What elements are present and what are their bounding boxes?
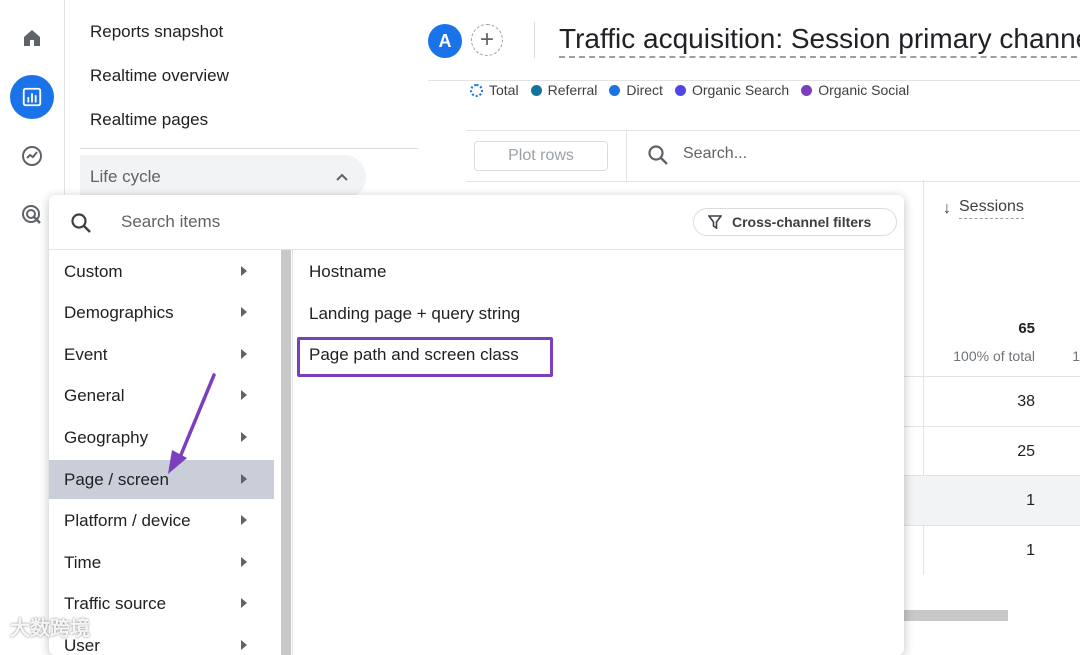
caret-right-icon <box>241 557 247 567</box>
legend-item-total[interactable]: Total <box>470 82 519 98</box>
legend-dot <box>609 84 621 96</box>
legend-dot <box>470 83 483 97</box>
legend-dot <box>674 84 686 96</box>
legend-item-direct[interactable]: Direct <box>609 82 663 98</box>
legend-label: Organic Search <box>691 82 790 98</box>
caret-right-icon <box>241 640 247 650</box>
annotation-arrow-icon <box>168 373 216 474</box>
nav-section-life-cycle[interactable]: Life cycle <box>80 155 366 199</box>
subitem-landing-page-query-string[interactable]: Landing page + query string <box>309 304 520 324</box>
search-items-input[interactable] <box>119 211 643 233</box>
category-label: Demographics <box>64 303 174 322</box>
sessions-cell: 25 <box>1017 443 1035 460</box>
plot-rows-button[interactable]: Plot rows <box>474 141 608 171</box>
category-event[interactable]: Event <box>49 335 274 374</box>
subitem-hostname[interactable]: Hostname <box>309 262 386 282</box>
report-header: A + Traffic acquisition: Session primary… <box>428 0 1080 81</box>
legend-item-referral[interactable]: Referral <box>530 82 598 98</box>
nav-section-label: Life cycle <box>90 167 161 186</box>
header-divider <box>534 22 535 58</box>
sessions-header-label: Sessions <box>959 198 1024 219</box>
caret-right-icon <box>241 474 247 484</box>
explore-icon[interactable] <box>14 138 50 174</box>
legend-item-organic-social[interactable]: Organic Social <box>801 82 909 98</box>
annotation-highlight-box <box>297 337 553 377</box>
search-icon <box>71 213 91 233</box>
caret-right-icon <box>241 266 247 276</box>
cross-channel-filters-button[interactable]: Cross-channel filters <box>693 208 897 236</box>
advertising-icon[interactable] <box>14 197 50 233</box>
caret-right-icon <box>241 598 247 608</box>
legend-label: Organic Social <box>818 82 910 98</box>
sessions-cell: 38 <box>1017 393 1035 410</box>
sessions-cell: 1 <box>1026 492 1035 509</box>
chevron-up-icon <box>336 173 348 181</box>
table-row[interactable]: 1 <box>904 475 1080 525</box>
page-title[interactable]: Traffic acquisition: Session primary cha… <box>559 22 1080 58</box>
sort-down-icon: ↓ <box>943 199 951 217</box>
search-icon <box>648 145 668 165</box>
category-platform-device[interactable]: Platform / device <box>49 501 274 540</box>
legend-item-organic-search[interactable]: Organic Search <box>674 82 790 98</box>
category-custom[interactable]: Custom <box>49 252 274 291</box>
category-demographics[interactable]: Demographics <box>49 293 274 332</box>
caret-right-icon <box>241 432 247 442</box>
nav-item-reports-snapshot[interactable]: Reports snapshot <box>90 22 223 42</box>
category-label: General <box>64 386 125 405</box>
caret-right-icon <box>241 307 247 317</box>
watermark: 大数跨境 <box>10 618 90 640</box>
sessions-total-pct: 100% of total <box>953 348 1035 364</box>
table-row[interactable]: 1 <box>904 525 1080 575</box>
category-time[interactable]: Time <box>49 543 274 582</box>
legend-label: Direct <box>626 82 663 98</box>
sessions-column-header[interactable]: ↓ Sessions <box>943 198 1024 219</box>
horizontal-scrollbar[interactable] <box>904 610 1008 621</box>
nav-item-realtime-overview[interactable]: Realtime overview <box>90 66 229 86</box>
table-row[interactable]: 38 <box>904 376 1080 426</box>
nav-divider <box>80 148 418 149</box>
category-scrollbar[interactable] <box>281 250 291 655</box>
category-label: Platform / device <box>64 511 191 530</box>
table-search-input[interactable]: Search... <box>683 145 747 163</box>
category-label: Event <box>64 345 108 364</box>
home-icon[interactable] <box>14 20 50 56</box>
sessions-total: 65 <box>1018 320 1035 337</box>
reports-icon[interactable] <box>10 75 54 119</box>
filter-icon <box>708 215 722 229</box>
cross-channel-filters-label: Cross-channel filters <box>732 214 872 230</box>
submenu-divider <box>292 250 293 655</box>
legend-label: Total <box>489 82 519 98</box>
category-label: Time <box>64 553 102 572</box>
toolbar-divider <box>626 131 627 181</box>
legend-label: Referral <box>547 82 598 98</box>
chart-legend: Total Referral Direct Organic Search Org… <box>470 80 921 100</box>
category-label: Page / screen <box>64 470 169 489</box>
legend-dot <box>801 84 813 96</box>
reports-nav: Reports snapshot Realtime overview Realt… <box>66 0 428 200</box>
truncated-cell: 1 <box>1072 348 1080 364</box>
add-comparison-button[interactable]: + <box>471 24 503 56</box>
nav-item-realtime-pages[interactable]: Realtime pages <box>90 110 208 130</box>
category-label: Custom <box>64 262 123 281</box>
category-label: Traffic source <box>64 594 167 613</box>
category-label: Geography <box>64 428 149 447</box>
table-row[interactable]: 25 <box>904 426 1080 476</box>
caret-right-icon <box>241 349 247 359</box>
caret-right-icon <box>241 390 247 400</box>
legend-dot <box>530 84 542 96</box>
comparison-avatar[interactable]: A <box>428 24 462 58</box>
sessions-cell: 1 <box>1026 542 1035 559</box>
table-toolbar: Plot rows Search... <box>466 130 1080 182</box>
picker-search-bar: Cross-channel filters <box>49 195 904 250</box>
caret-right-icon <box>241 515 247 525</box>
